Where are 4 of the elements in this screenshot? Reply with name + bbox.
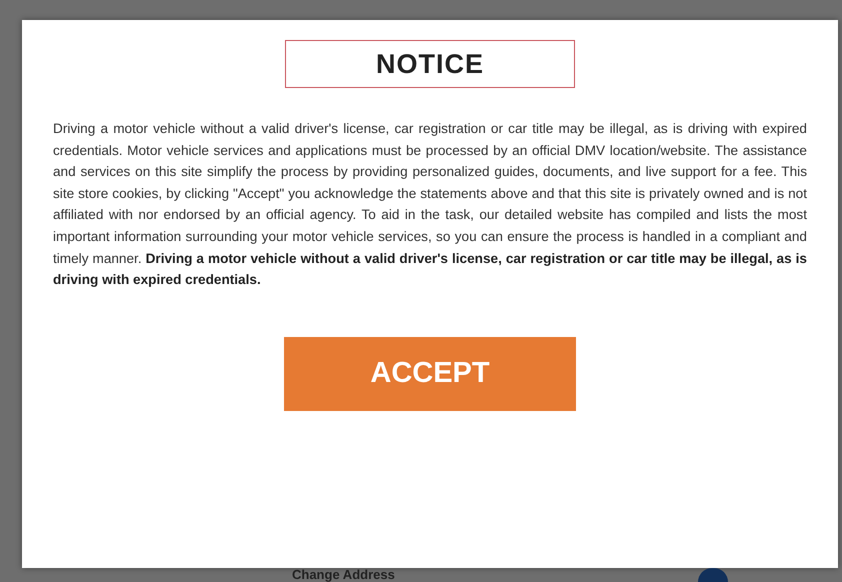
change-address-link[interactable]: Change Address [292,568,395,582]
dialog-title: NOTICE [285,40,575,88]
accept-button[interactable]: ACCEPT [284,336,576,411]
notice-text: Driving a motor vehicle without a valid driver's license, car registration or car title may be illegal, as is driving with expired credentials. Motor vehicle services and applications must be processed by an official DMV location/website. The assistance and services on this site simplify the process by providing personalized guides, documents, and live support for a fee. This site store cookies, by clicking "Accept" you acknowledge the statements above and that this site is privately owned and is not affiliated with nor endorsed by an official agency. To aid in the task, our detailed website has compiled and lists the most important information surrounding your motor vehicle services, so you can ensure the process is handled in a compliant and timely manner. Driving a motor vehicle without a valid driver's license, car registration or car title may be illegal, as is driving with expired credentials. [53,120,807,290]
